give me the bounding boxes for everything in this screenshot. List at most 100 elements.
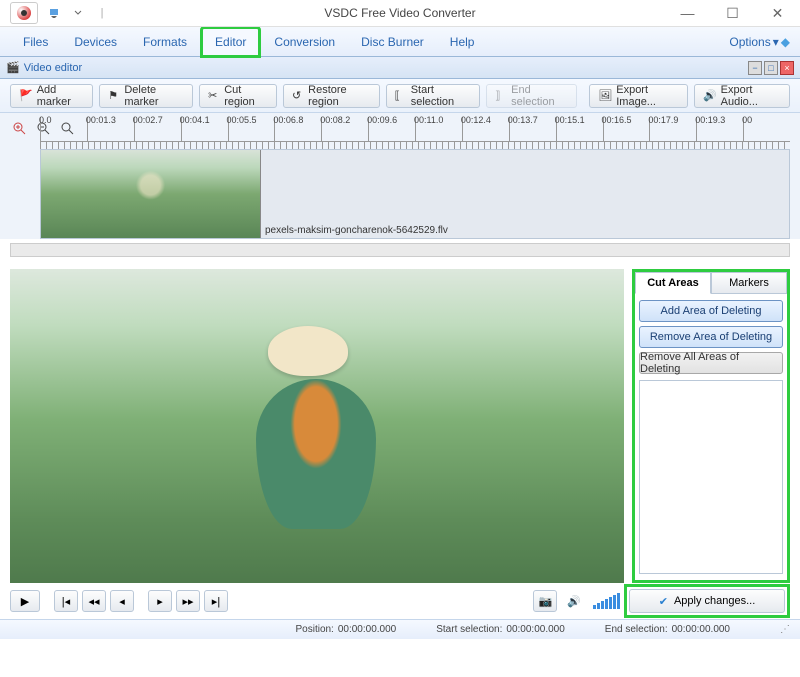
ribbon-tabs: Files Devices Formats Editor Conversion … [0, 27, 800, 57]
next-frame-button[interactable]: ▸▸ [176, 590, 200, 612]
tab-help[interactable]: Help [437, 28, 488, 56]
scissors-icon: ✂ [208, 89, 220, 103]
ruler-tick: 00:09.6 [367, 115, 397, 125]
options-label: Options [729, 35, 770, 49]
end-selection-label: End selection: [605, 624, 668, 635]
remove-area-button[interactable]: Remove Area of Deleting [639, 326, 783, 348]
timeline-scrollbar[interactable] [10, 243, 790, 257]
tab-devices[interactable]: Devices [61, 28, 130, 56]
goto-start-button[interactable]: |◂ [54, 590, 78, 612]
panel-close-icon[interactable]: × [780, 61, 794, 75]
maximize-button[interactable]: ☐ [710, 0, 755, 26]
tab-disc-burner[interactable]: Disc Burner [348, 28, 437, 56]
add-marker-label: Add marker [37, 84, 85, 108]
sidepanel-body: Add Area of Deleting Remove Area of Dele… [635, 294, 787, 580]
timeline-track[interactable]: pexels-maksim-goncharenok-5642529.flv [40, 149, 790, 239]
export-image-button[interactable]: 🖼Export Image... [589, 84, 688, 108]
ruler-tick: 00:15.1 [555, 115, 585, 125]
sidepanel-tabs: Cut Areas Markers [635, 272, 787, 294]
preview-frame [10, 269, 624, 583]
film-icon: 🎬 [6, 61, 20, 74]
editor-panel-title: Video editor [24, 62, 83, 74]
export-audio-label: Export Audio... [721, 84, 781, 108]
qat-chevron-icon[interactable] [68, 4, 88, 22]
minimize-button[interactable]: — [665, 0, 710, 26]
status-bar: Position: 00:00:00.000 Start selection: … [0, 619, 800, 639]
ruler-tick: 00:08.2 [320, 115, 350, 125]
remove-all-areas-button[interactable]: Remove All Areas of Deleting [639, 352, 783, 374]
step-back-button[interactable]: ◂ [110, 590, 134, 612]
window-controls: — ☐ ✕ [665, 0, 800, 26]
ruler-tick: 00:13.7 [508, 115, 538, 125]
timeline-ruler[interactable]: 0.0 00:01.3 00:02.7 00:04.1 00:05.5 00:0… [40, 117, 790, 141]
speaker-icon[interactable]: 🔊 [567, 595, 581, 608]
restore-region-button[interactable]: ↺Restore region [283, 84, 380, 108]
flag-x-icon: ⚑ [108, 89, 120, 103]
resize-grip-icon[interactable]: ⋰ [780, 624, 790, 635]
apply-changes-label: Apply changes... [674, 595, 755, 607]
tab-editor[interactable]: Editor [200, 26, 261, 58]
ruler-tick: 00:01.3 [86, 115, 116, 125]
ruler-tick: 00:17.9 [648, 115, 678, 125]
end-selection-button: ⟧ End selection [486, 84, 577, 108]
ruler-tick: 00:04.1 [180, 115, 210, 125]
window-title: VSDC Free Video Converter [324, 6, 475, 20]
options-menu[interactable]: Options ▾ ◆ [729, 35, 790, 49]
cut-areas-list[interactable] [639, 380, 783, 574]
editor-panel-header: 🎬 Video editor − □ × [0, 57, 800, 79]
panel-minimize-icon[interactable]: − [748, 61, 762, 75]
timeline-panel: 0.0 00:01.3 00:02.7 00:04.1 00:05.5 00:0… [0, 113, 800, 239]
flag-red-icon: 🚩 [19, 89, 33, 103]
bracket-left-icon: ⟦ [395, 89, 407, 103]
bracket-right-icon: ⟧ [495, 89, 507, 103]
tab-conversion[interactable]: Conversion [261, 28, 348, 56]
title-bar: | VSDC Free Video Converter — ☐ ✕ [0, 0, 800, 27]
end-selection-label: End selection [511, 84, 568, 108]
step-fwd-button[interactable]: ▸ [148, 590, 172, 612]
tab-markers[interactable]: Markers [711, 272, 787, 294]
ruler-tick: 00 [742, 115, 752, 125]
tab-files[interactable]: Files [10, 28, 61, 56]
delete-marker-button[interactable]: ⚑Delete marker [99, 84, 193, 108]
ruler-tick: 00:05.5 [227, 115, 257, 125]
zoom-in-icon[interactable] [10, 119, 28, 137]
volume-slider[interactable] [593, 593, 620, 609]
position-label: Position: [295, 624, 333, 635]
ruler-tick: 00:11.0 [414, 115, 443, 125]
prev-frame-button[interactable]: ◂◂ [82, 590, 106, 612]
ruler-tick: 00:12.4 [461, 115, 491, 125]
apply-changes-highlight: ✔ Apply changes... [624, 584, 790, 618]
status-start-selection: Start selection: 00:00:00.000 [436, 624, 565, 635]
quick-access-toolbar: | [44, 4, 112, 22]
tab-formats[interactable]: Formats [130, 28, 200, 56]
add-area-button[interactable]: Add Area of Deleting [639, 300, 783, 322]
goto-end-button[interactable]: ▸| [204, 590, 228, 612]
start-selection-label: Start selection [411, 84, 471, 108]
ruler-tick: 00:06.8 [273, 115, 303, 125]
clip-thumbnail[interactable] [41, 150, 261, 238]
playback-controls: ▶ |◂ ◂◂ ◂ ▸ ▸▸ ▸| 📷 🔊 ✔ Apply changes... [0, 583, 800, 619]
add-marker-button[interactable]: 🚩 Add marker [10, 84, 93, 108]
snapshot-button[interactable]: 📷 [533, 590, 557, 612]
app-logo [10, 2, 38, 24]
export-image-label: Export Image... [616, 84, 679, 108]
export-audio-button[interactable]: 🔊Export Audio... [694, 84, 790, 108]
qat-dropdown-icon[interactable] [44, 4, 64, 22]
ruler-hashmarks [40, 141, 790, 149]
cut-region-label: Cut region [224, 84, 268, 108]
video-preview[interactable] [10, 269, 624, 583]
restore-region-label: Restore region [308, 84, 370, 108]
play-button[interactable]: ▶ [10, 590, 40, 612]
cut-region-button[interactable]: ✂ Cut region [199, 84, 277, 108]
ruler-tick: 00:02.7 [133, 115, 163, 125]
apply-changes-button[interactable]: ✔ Apply changes... [629, 589, 785, 613]
status-end-selection: End selection: 00:00:00.000 [605, 624, 730, 635]
diamond-icon: ◆ [781, 35, 790, 49]
start-selection-value: 00:00:00.000 [506, 624, 564, 635]
start-selection-button[interactable]: ⟦ Start selection [386, 84, 480, 108]
ruler-tick: 0.0 [39, 115, 52, 125]
tab-cut-areas[interactable]: Cut Areas [635, 272, 711, 294]
close-button[interactable]: ✕ [755, 0, 800, 26]
panel-restore-icon[interactable]: □ [764, 61, 778, 75]
start-selection-label: Start selection: [436, 624, 502, 635]
